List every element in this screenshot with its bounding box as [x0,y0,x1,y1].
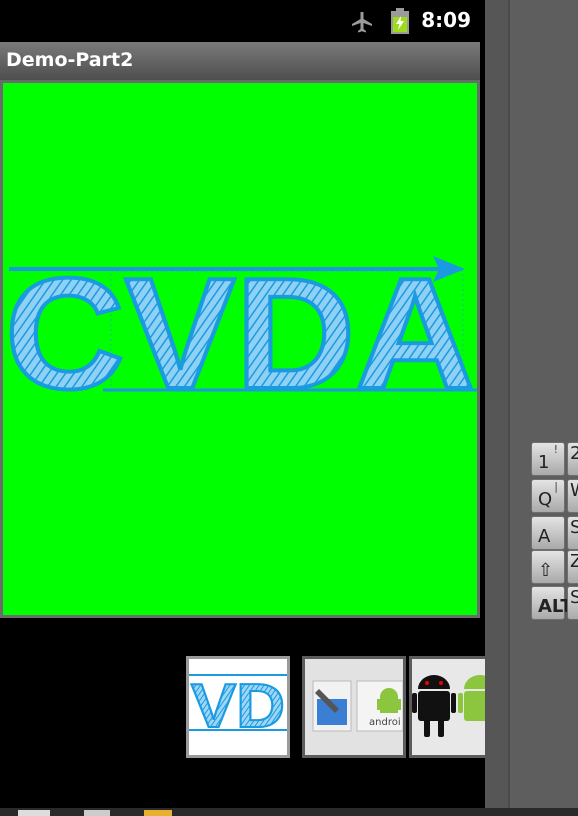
emulator-screen: 8:09 Demo-Part2 CVDA VD androi [0,0,485,816]
key-1[interactable]: ! 1 [531,442,565,476]
status-time: 8:09 [421,8,471,32]
key-s[interactable]: S [567,516,578,550]
cvda-sketch-image: CVDA [3,244,477,424]
image-view-frame: CVDA [0,80,480,618]
taskbar-item-icon[interactable] [84,810,110,816]
app-title-bar: Demo-Part2 [0,42,480,80]
cvda-text: CVDA [5,246,475,422]
key-w[interactable]: W [567,479,578,513]
taskbar-item-icon[interactable] [144,810,172,816]
gallery-thumbnail-android-robots[interactable] [409,656,485,758]
thumbnail-label: VD [191,672,285,741]
app-title: Demo-Part2 [6,49,134,71]
battery-charging-icon [391,8,409,34]
emulator-keyboard-panel [510,0,578,816]
gallery-thumbnail-xcode-android[interactable]: androi [302,656,406,758]
xcode-android-thumbnail-icon: androi [312,680,403,732]
key-2[interactable]: 2 [567,442,578,476]
thumbnail-label: androi [369,717,401,728]
taskbar-item-icon[interactable] [18,810,50,816]
android-robot-thumbnail-icon [412,675,485,737]
gallery[interactable]: VD androi [0,650,485,770]
gallery-thumbnail-vd[interactable]: VD [186,656,290,758]
image-view[interactable]: CVDA [3,83,477,615]
vd-sketch-thumbnail-icon: VD [189,671,287,742]
key-q[interactable]: | Q [531,479,565,513]
alt-key[interactable]: ALT [531,586,573,620]
shift-key[interactable]: ⇧ [531,550,565,584]
shift-icon: ⇧ [538,560,554,581]
key-s-2[interactable]: S [567,586,578,620]
status-bar: 8:09 [0,0,485,42]
airplane-mode-icon [352,12,372,33]
key-a[interactable]: A [531,516,565,550]
key-z[interactable]: Z [567,550,578,584]
